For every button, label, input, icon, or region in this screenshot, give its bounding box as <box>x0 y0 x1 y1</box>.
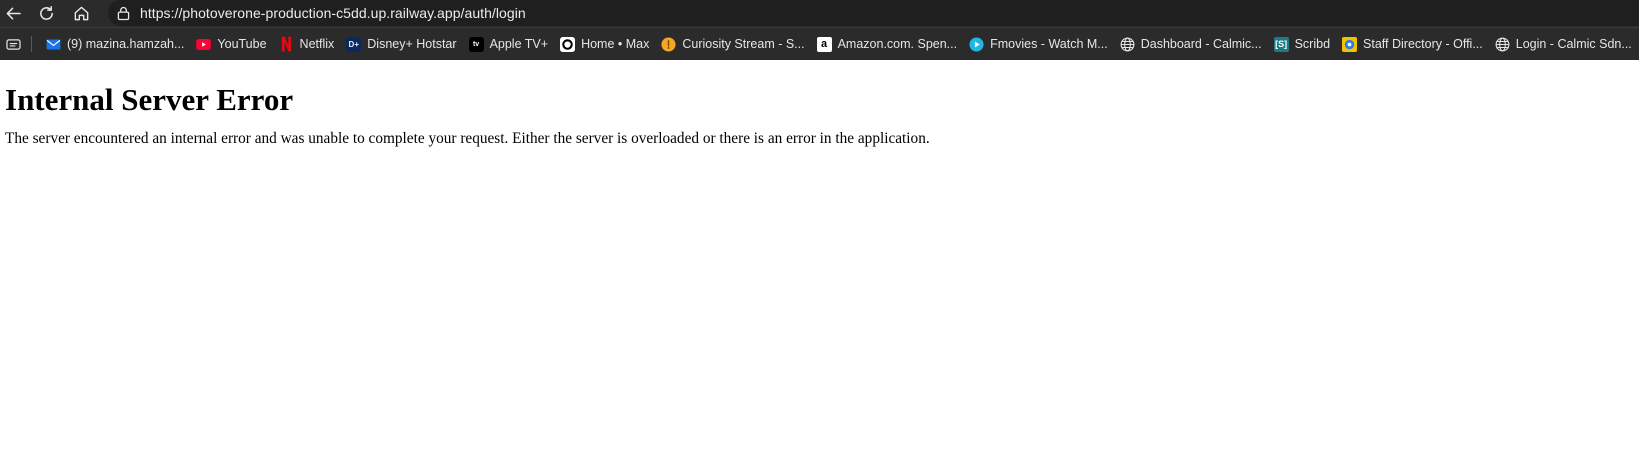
bookmark-label: Dashboard - Calmic... <box>1140 37 1262 51</box>
bookmark-netflix[interactable]: Netflix <box>274 31 342 57</box>
apple-tv-icon: tv <box>468 36 484 52</box>
disney-hotstar-icon: D+ <box>346 36 362 52</box>
bookmark-scribd[interactable]: [S] Scribd <box>1269 31 1337 57</box>
bookmark-login-calmic[interactable]: Login - Calmic Sdn... <box>1490 31 1639 57</box>
mail-icon <box>46 37 61 52</box>
staff-directory-icon <box>1342 36 1358 52</box>
globe-icon <box>1120 37 1135 52</box>
bookmark-label: Curiosity Stream - S... <box>682 37 805 51</box>
bookmark-curiosity-stream[interactable]: Curiosity Stream - S... <box>656 31 811 57</box>
lock-icon[interactable] <box>117 5 131 21</box>
scribd-icon: [S] <box>1273 36 1289 52</box>
bookmark-dashboard-calmic[interactable]: Dashboard - Calmic... <box>1115 31 1269 57</box>
apps-button[interactable] <box>2 38 24 51</box>
bookmark-fmovies[interactable]: Fmovies - Watch M... <box>964 31 1115 57</box>
browser-toolbar: https://photoverone-production-c5dd.up.r… <box>0 0 1639 27</box>
page-title: Internal Server Error <box>5 82 294 117</box>
page-content: Internal Server Error The server encount… <box>0 81 1639 149</box>
url-text[interactable]: https://photoverone-production-c5dd.up.r… <box>140 5 526 21</box>
bookmark-disney-hotstar[interactable]: D+ Disney+ Hotstar <box>341 31 463 57</box>
netflix-icon <box>279 36 294 52</box>
bookmark-label: Staff Directory - Offi... <box>1363 37 1483 51</box>
bookmark-youtube[interactable]: YouTube <box>191 31 273 57</box>
curiosity-stream-icon <box>661 36 676 52</box>
reload-button[interactable] <box>34 1 58 25</box>
youtube-icon <box>196 37 212 52</box>
bookmark-max[interactable]: Home • Max <box>555 31 656 57</box>
bookmark-mail[interactable]: (9) mazina.hamzah... <box>41 31 191 57</box>
bookmark-amazon[interactable]: a Amazon.com. Spen... <box>812 31 965 57</box>
bookmark-label: Disney+ Hotstar <box>367 37 457 51</box>
address-bar[interactable]: https://photoverone-production-c5dd.up.r… <box>108 0 1639 26</box>
arrow-left-icon <box>6 7 21 19</box>
browser-chrome: https://photoverone-production-c5dd.up.r… <box>0 0 1639 60</box>
bookmark-label: (9) mazina.hamzah... <box>67 37 185 51</box>
bookmarks-divider <box>31 36 32 52</box>
home-button[interactable] <box>69 1 93 25</box>
bookmark-label: Fmovies - Watch M... <box>990 37 1108 51</box>
tab-search-icon <box>5 38 21 50</box>
globe-icon <box>1495 37 1510 52</box>
amazon-icon: a <box>816 36 832 52</box>
fmovies-icon <box>969 36 984 52</box>
max-icon <box>560 36 576 52</box>
bookmark-label: Scribd <box>1294 37 1331 51</box>
bookmark-label: Login - Calmic Sdn... <box>1515 37 1632 51</box>
error-message: The server encountered an internal error… <box>5 130 930 147</box>
bookmark-label: Apple TV+ <box>489 37 549 51</box>
bookmark-label: Netflix <box>299 37 335 51</box>
bookmark-apple-tv[interactable]: tv Apple TV+ <box>464 31 556 57</box>
bookmark-label: YouTube <box>217 37 267 51</box>
bookmark-staff-directory[interactable]: Staff Directory - Offi... <box>1337 31 1490 57</box>
bookmarks-bar: (9) mazina.hamzah... YouTube Netflix D+ … <box>0 27 1639 60</box>
bookmark-label: Amazon.com. Spen... <box>837 37 958 51</box>
bookmark-label: Home • Max <box>581 37 650 51</box>
back-button[interactable] <box>1 1 25 25</box>
home-icon <box>74 6 88 20</box>
reload-icon <box>39 5 53 20</box>
